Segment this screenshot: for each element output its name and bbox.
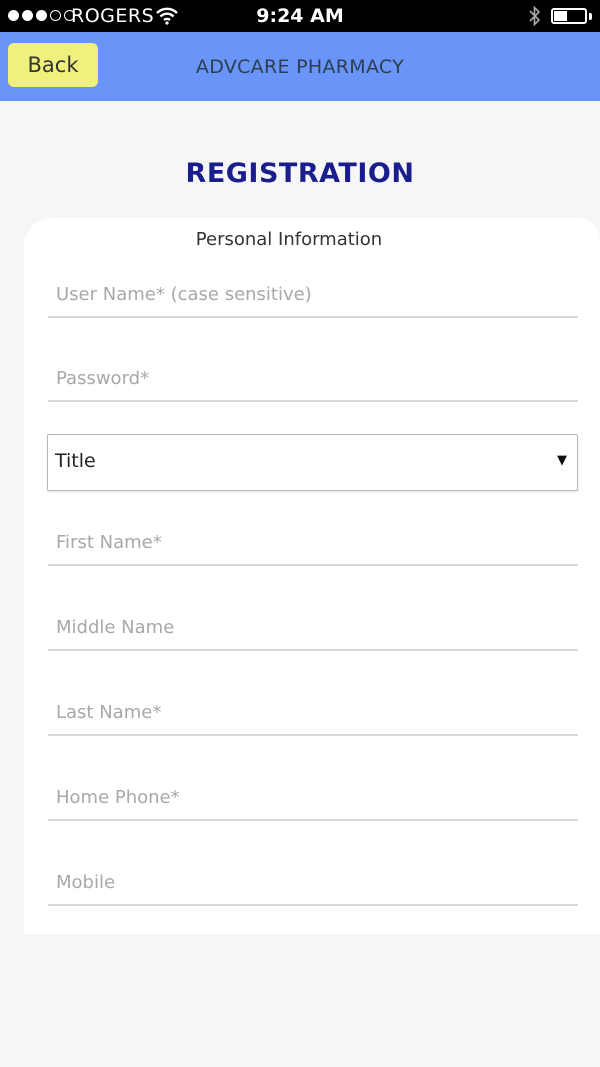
- middle-name-field: [48, 605, 578, 651]
- password-field: [48, 356, 578, 402]
- page-title: REGISTRATION: [185, 158, 415, 189]
- app-title: ADVCARE PHARMACY: [195, 56, 405, 78]
- home-phone-input[interactable]: [48, 775, 578, 819]
- battery-nub: [589, 13, 592, 20]
- middle-name-input[interactable]: [48, 605, 578, 649]
- app-header: Back ADVCARE PHARMACY: [0, 32, 600, 101]
- mobile-input[interactable]: [48, 860, 578, 904]
- home-phone-field: [48, 775, 578, 821]
- registration-card: [24, 218, 600, 934]
- back-button[interactable]: Back: [8, 43, 98, 87]
- username-input[interactable]: [48, 272, 578, 316]
- battery-level: [554, 11, 567, 21]
- first-name-input[interactable]: [48, 520, 578, 564]
- last-name-input[interactable]: [48, 690, 578, 734]
- section-label: Personal Information: [195, 229, 383, 250]
- battery-icon: [551, 8, 587, 24]
- last-name-field: [48, 690, 578, 736]
- caret-down-icon: ▼: [557, 453, 567, 468]
- title-select[interactable]: Title ▼: [47, 434, 578, 491]
- bluetooth-icon: [528, 5, 542, 31]
- username-field: [48, 272, 578, 318]
- mobile-field: [48, 860, 578, 906]
- status-bar: ROGERS 9:24 AM: [0, 0, 600, 32]
- first-name-field: [48, 520, 578, 566]
- title-select-value: Title: [55, 450, 96, 472]
- status-time: 9:24 AM: [256, 5, 344, 27]
- password-input[interactable]: [48, 356, 578, 400]
